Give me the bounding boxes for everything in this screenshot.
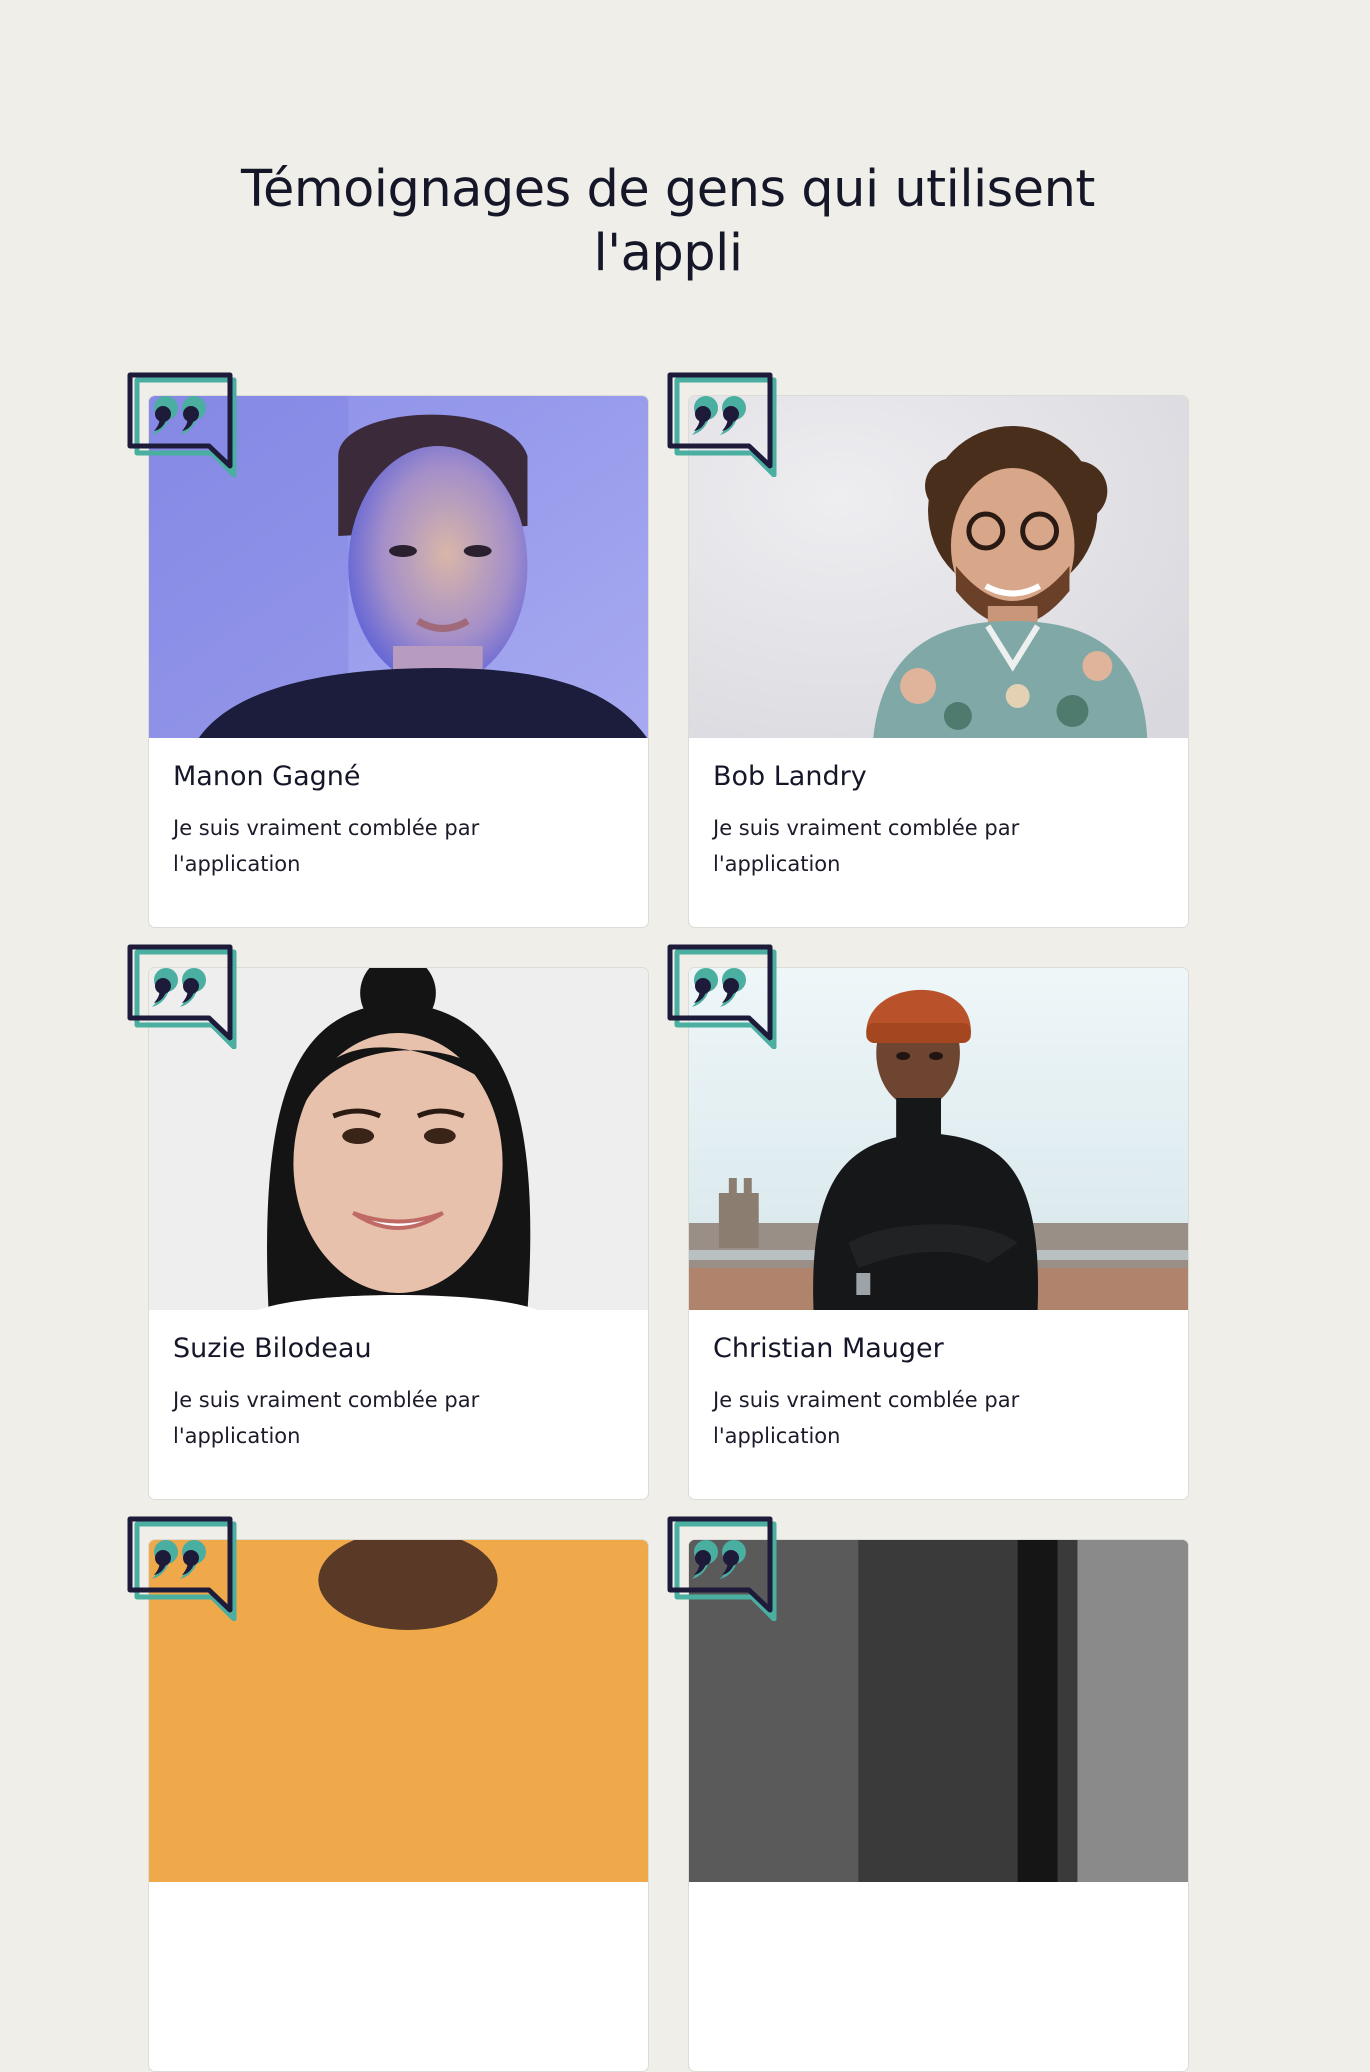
testimonial-text: Je suis vraiment comblée par l'applicati… (713, 816, 1020, 876)
quote-bubble-icon (126, 943, 238, 1049)
quote-bubble-icon (666, 1515, 778, 1621)
quote-bubble-icon (666, 943, 778, 1049)
page-title: Témoignages de gens qui utilisent l'appl… (241, 160, 1095, 283)
quote-bubble-icon (666, 371, 778, 477)
testimonial-text: Je suis vraiment comblée par l'applicati… (713, 1388, 1020, 1448)
testimonial-text: Je suis vraiment comblée par l'applicati… (173, 816, 480, 876)
testimonial-name: Suzie Bilodeau (173, 1333, 372, 1364)
testimonial-name: Manon Gagné (173, 761, 361, 792)
quote-bubble-icon (126, 1515, 238, 1621)
quote-bubble-icon (126, 371, 238, 477)
testimonial-text: Je suis vraiment comblée par l'applicati… (173, 1388, 480, 1448)
testimonial-name: Bob Landry (713, 761, 867, 792)
testimonial-name: Christian Mauger (713, 1333, 944, 1364)
